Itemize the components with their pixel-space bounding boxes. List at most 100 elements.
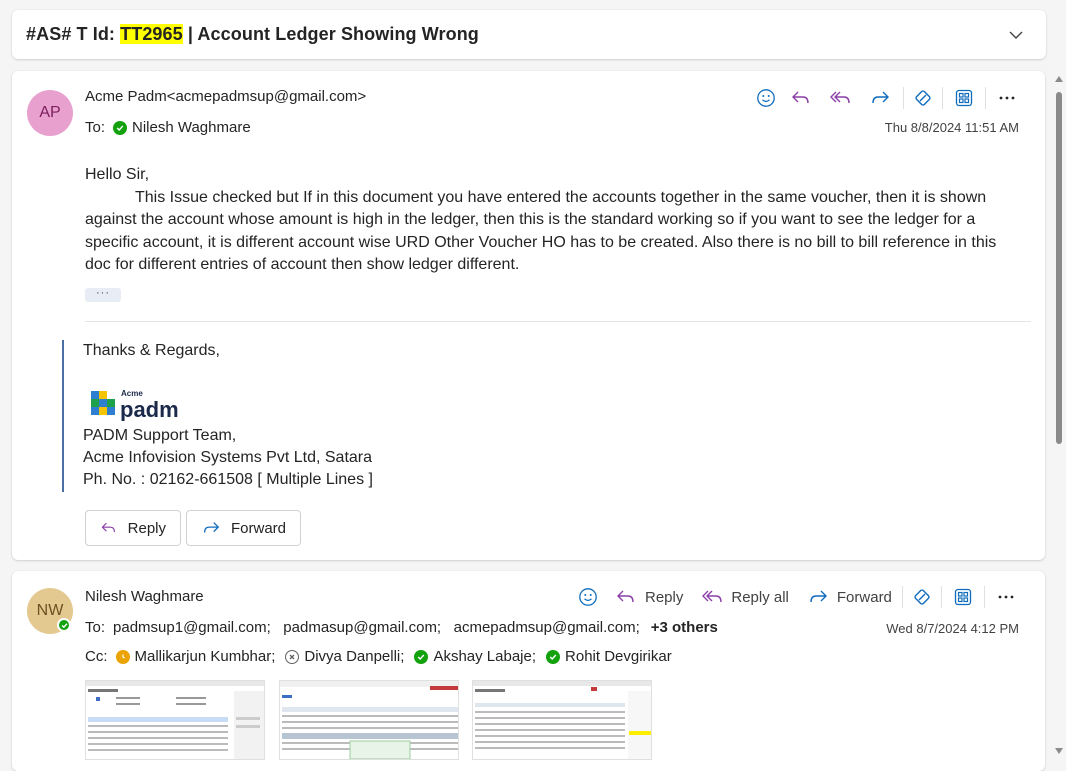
cc-recipient[interactable]: Rohit Devgirikar xyxy=(565,648,672,665)
reply-icon xyxy=(101,522,115,533)
available-status-icon xyxy=(414,649,429,664)
cc-recipient[interactable]: Divya Danpelli; xyxy=(304,648,404,665)
chevron-down-icon[interactable] xyxy=(1008,27,1024,43)
reply-button[interactable]: Reply xyxy=(85,510,181,546)
message-date: Thu 8/8/2024 11:51 AM xyxy=(884,120,1019,135)
more-actions-button[interactable] xyxy=(989,583,1023,611)
forward-icon xyxy=(872,91,889,104)
sender[interactable]: Nilesh Waghmare xyxy=(85,588,204,605)
screenshot-preview-image xyxy=(473,681,651,759)
apps-grid-icon xyxy=(955,89,973,107)
reply-icon xyxy=(792,91,809,104)
signature-block: Thanks & Regards, Acme padm PADM Support… xyxy=(62,340,462,492)
toolbar-divider xyxy=(983,586,985,608)
svg-text:padm: padm xyxy=(120,397,179,421)
subject-prefix: #AS# T Id: xyxy=(26,24,121,44)
emoji-icon xyxy=(757,89,775,107)
reply-all-icon xyxy=(702,590,723,603)
message-toolbar xyxy=(753,84,1024,112)
screenshot-preview-image xyxy=(86,681,264,759)
emoji-icon xyxy=(579,588,597,606)
reply-all-button[interactable] xyxy=(821,84,861,112)
more-actions-button[interactable] xyxy=(990,84,1024,112)
avatar-initials: AP xyxy=(39,104,61,121)
attachment-thumbnail[interactable] xyxy=(472,680,652,760)
available-status-icon xyxy=(546,649,561,664)
signature-company: Acme Infovision Systems Pvt Ltd, Satara xyxy=(83,449,373,466)
message-body: Hello Sir, This Issue checked but If in … xyxy=(85,164,1005,277)
cc-recipient[interactable]: Mallikarjun Kumbhar; xyxy=(135,648,276,665)
forward-button[interactable] xyxy=(861,84,899,112)
forward-label: Forward xyxy=(836,588,892,606)
toolbar-divider xyxy=(903,87,904,109)
body-emphasis: URD Other Voucher HO xyxy=(395,233,566,251)
subject-ticket-id: TT2965 xyxy=(120,24,183,44)
reaction-button[interactable] xyxy=(753,84,779,112)
more-horizontal-icon xyxy=(998,595,1014,599)
cc-label: Cc: xyxy=(85,648,108,665)
signature-phone: Ph. No. : 02162-661508 [ Multiple Lines … xyxy=(83,471,373,488)
forward-icon xyxy=(203,522,220,533)
message-card-1: AP Acme Padm<acmepadmsup@gmail.com> To: … xyxy=(12,71,1045,560)
toolbar-divider xyxy=(942,87,943,109)
apps-grid-icon xyxy=(954,588,972,606)
recipient-name[interactable]: Nilesh Waghmare xyxy=(132,119,251,136)
loop-icon xyxy=(914,589,930,605)
apps-button[interactable] xyxy=(947,84,981,112)
more-horizontal-icon xyxy=(999,96,1015,100)
to-line: To: Nilesh Waghmare xyxy=(85,119,251,136)
available-status-icon xyxy=(113,120,128,135)
scroll-down-icon[interactable] xyxy=(1055,748,1063,754)
company-logo: Acme padm xyxy=(91,389,179,421)
show-quoted-text-button[interactable]: ··· xyxy=(85,288,121,302)
forward-button[interactable]: Forward xyxy=(186,510,301,546)
apps-button[interactable] xyxy=(946,583,980,611)
scroll-up-icon[interactable] xyxy=(1055,76,1063,82)
reply-label: Reply xyxy=(127,519,166,537)
cc-recipient[interactable]: Akshay Labaje; xyxy=(433,648,536,665)
signature-details: PADM Support Team, Acme Infovision Syste… xyxy=(83,425,373,491)
attachment-thumbnail[interactable] xyxy=(85,680,265,760)
to-label: To: xyxy=(85,119,106,136)
greeting: Hello Sir, xyxy=(85,166,150,183)
reply-button[interactable]: Reply xyxy=(615,583,693,611)
forward-label: Forward xyxy=(230,519,286,537)
away-status-icon xyxy=(115,649,130,664)
forward-button[interactable]: Forward xyxy=(807,583,898,611)
avatar[interactable]: AP xyxy=(27,90,73,136)
toolbar-divider xyxy=(985,87,986,109)
scrollbar-thumb[interactable] xyxy=(1056,92,1062,444)
subject-title: | Account Ledger Showing Wrong xyxy=(182,24,479,44)
body-divider xyxy=(85,321,1031,322)
reply-label: Reply xyxy=(645,588,684,606)
reply-all-button[interactable]: Reply all xyxy=(701,583,799,611)
loop-button[interactable] xyxy=(907,583,937,611)
conversation-subject-bar: #AS# T Id: TT2965 | Account Ledger Showi… xyxy=(12,10,1046,59)
message-card-2: NW Nilesh Waghmare Reply Reply all Forwa… xyxy=(12,571,1045,771)
recipient-list[interactable]: padmsup1@gmail.com; padmasup@gmail.com; … xyxy=(113,619,640,636)
to-label: To: xyxy=(85,619,106,636)
reply-button[interactable] xyxy=(781,84,821,112)
loop-icon xyxy=(915,90,931,106)
toolbar-divider xyxy=(940,586,942,608)
attachment-thumbnail[interactable] xyxy=(279,680,459,760)
forward-icon xyxy=(810,590,827,603)
sender[interactable]: Acme Padm<acmepadmsup@gmail.com> xyxy=(85,88,366,105)
loop-button[interactable] xyxy=(908,84,938,112)
to-line: To: padmsup1@gmail.com; padmasup@gmail.c… xyxy=(85,619,718,636)
signature-thanks: Thanks & Regards, xyxy=(83,342,220,359)
reply-icon xyxy=(617,590,634,603)
reply-all-label: Reply all xyxy=(731,588,789,606)
reply-all-icon xyxy=(830,91,850,104)
screenshot-preview-image xyxy=(280,681,458,759)
offline-status-icon xyxy=(285,649,300,664)
signature-team: PADM Support Team, xyxy=(83,427,237,444)
cc-line: Cc: Mallikarjun Kumbhar; Divya Danpelli;… xyxy=(85,648,672,665)
toolbar-divider xyxy=(901,586,903,608)
reaction-button[interactable] xyxy=(575,583,601,611)
message-date: Wed 8/7/2024 4:12 PM xyxy=(886,621,1019,636)
presence-available-icon xyxy=(57,618,71,632)
more-recipients-link[interactable]: +3 others xyxy=(651,619,718,636)
body-paragraph: This Issue checked but If in this docume… xyxy=(85,187,1005,277)
conversation-subject: #AS# T Id: TT2965 | Account Ledger Showi… xyxy=(26,24,479,45)
